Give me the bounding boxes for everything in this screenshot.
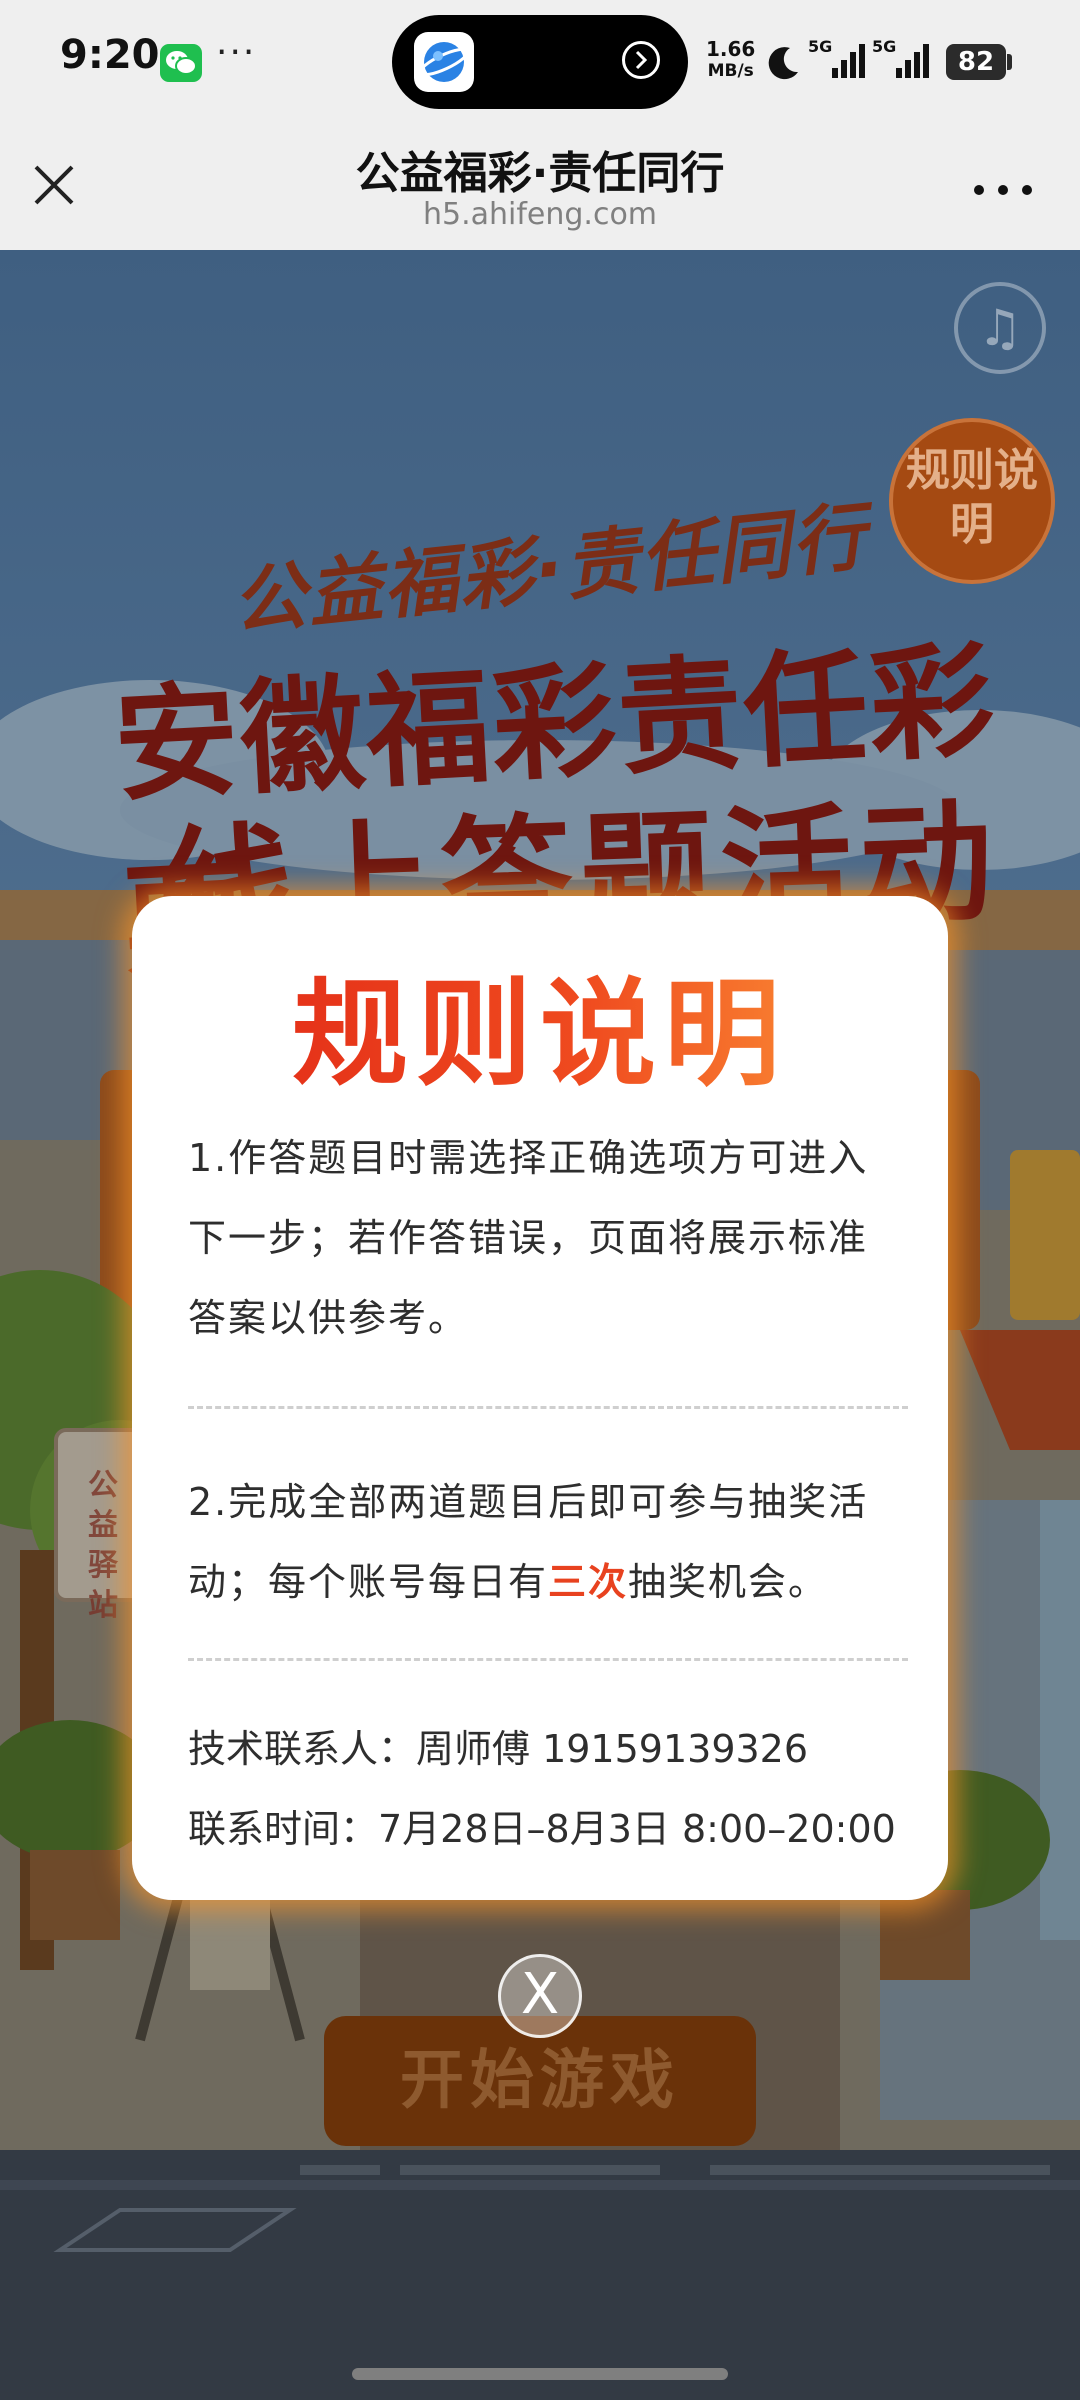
browser-app-icon bbox=[414, 32, 474, 92]
rules-modal: 规则说明 1.作答题目时需选择正确选项方可进入下一步；若作答错误，页面将展示标准… bbox=[132, 896, 948, 1900]
contact-time: 联系时间：7月28日–8月3日 8:00–20:00 bbox=[188, 1807, 896, 1851]
signal-5g-label-2: 5G bbox=[872, 38, 896, 56]
rules-badge-button[interactable]: 规则说明 bbox=[889, 418, 1055, 584]
contact-person: 技术联系人：周师傅 19159139326 bbox=[188, 1727, 809, 1771]
modal-close-button[interactable]: X bbox=[498, 1954, 582, 2038]
network-speed-unit: MB/s bbox=[707, 61, 754, 81]
page-title: 公益福彩·责任同行 bbox=[355, 148, 725, 199]
battery-tip bbox=[1007, 54, 1012, 70]
modal-title: 规则说明 bbox=[132, 940, 948, 1108]
more-options-button[interactable] bbox=[968, 171, 1038, 207]
status-bar: 9:20 ··· 1.66 MB/s 5G 5G 82 bbox=[0, 0, 1080, 125]
chevron-right-icon[interactable] bbox=[622, 41, 660, 79]
network-speed: 1.66 MB/s bbox=[706, 38, 755, 82]
browser-header: 公益福彩·责任同行 h5.ahifeng.com bbox=[0, 125, 1080, 250]
battery-level: 82 bbox=[946, 44, 1006, 80]
wechat-notification-icon bbox=[160, 44, 202, 82]
clock: 9:20 bbox=[60, 32, 160, 78]
music-toggle-button[interactable]: ♫ bbox=[954, 282, 1046, 374]
rule-1: 1.作答题目时需选择正确选项方可进入下一步；若作答错误，页面将展示标准答案以供参… bbox=[188, 1136, 869, 1340]
home-indicator bbox=[352, 2368, 728, 2380]
signal-5g-icon-1: 5G bbox=[808, 38, 865, 78]
moon-icon bbox=[768, 47, 798, 80]
signal-5g-label-1: 5G bbox=[808, 38, 832, 56]
dynamic-island bbox=[392, 15, 688, 109]
more-notifications-icon: ··· bbox=[216, 32, 257, 73]
rule-2-text-end: 抽奖机会。 bbox=[628, 1560, 829, 1604]
rule-2: 2.完成全部两道题目后即可参与抽奖活动；每个账号每日有三次抽奖机会。 bbox=[188, 1462, 900, 1622]
signal-5g-icon-2: 5G bbox=[872, 38, 929, 78]
divider bbox=[188, 1658, 908, 1661]
divider bbox=[188, 1406, 908, 1409]
rule-2-highlight: 三次 bbox=[548, 1560, 629, 1604]
station-sign-text: 公益驿站 bbox=[88, 1468, 118, 1623]
page-url: h5.ahifeng.com bbox=[422, 197, 658, 232]
music-note-icon: ♫ bbox=[977, 299, 1023, 357]
network-speed-value: 1.66 bbox=[706, 37, 756, 61]
